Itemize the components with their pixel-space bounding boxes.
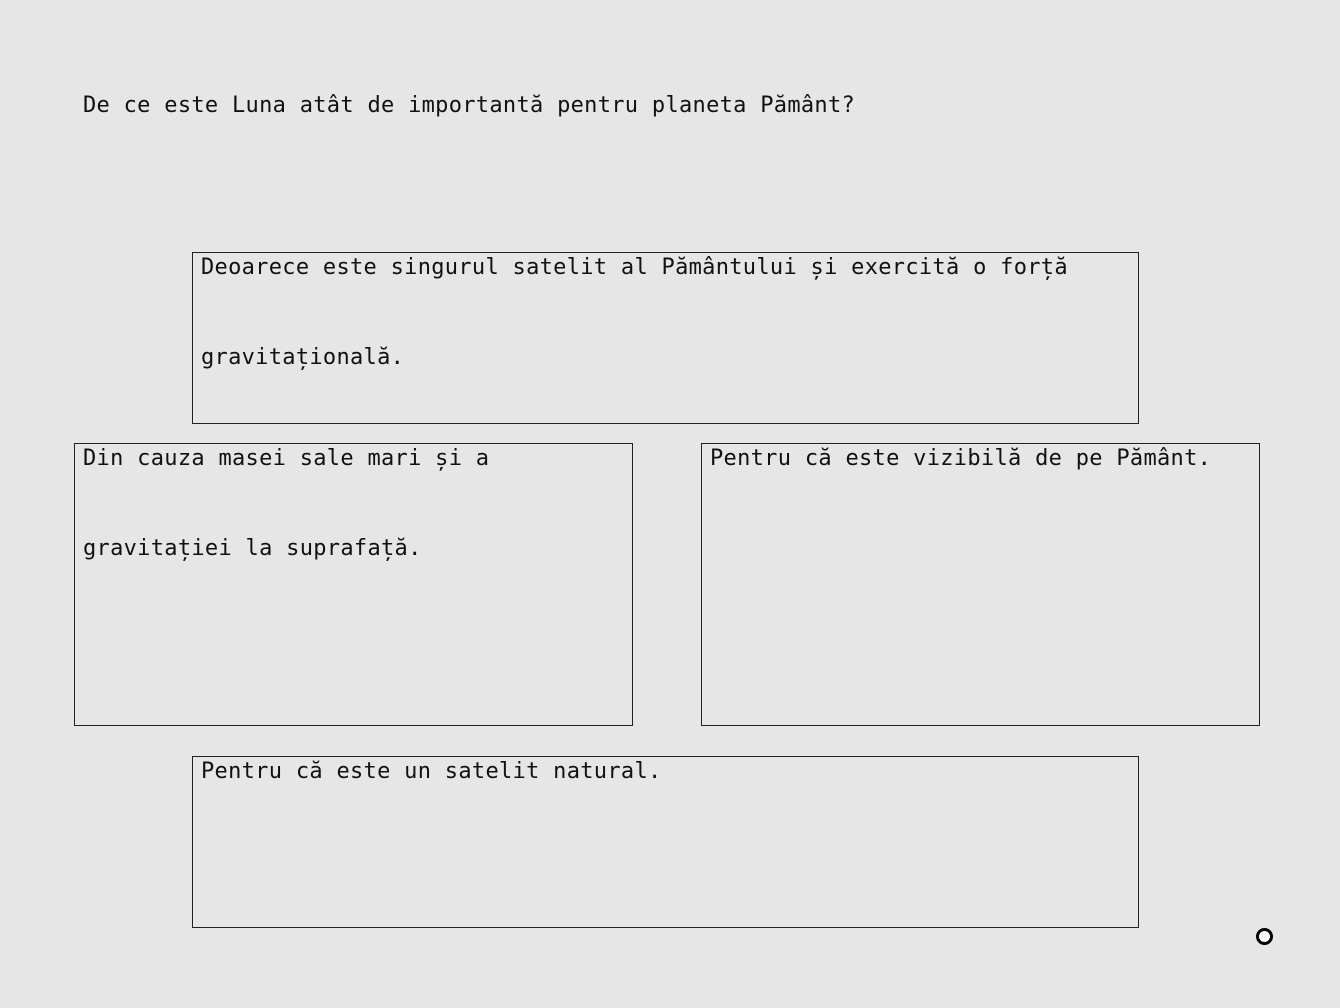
answer-option-2-label: Din cauza masei sale mari și a gravitați… — [83, 446, 490, 561]
ring-cursor-icon — [1256, 928, 1273, 945]
answer-option-4-label: Pentru că este un satelit natural. — [201, 759, 662, 784]
answer-option-2[interactable]: Din cauza masei sale mari și a gravitați… — [74, 443, 633, 726]
question-text: De ce este Luna atât de importantă pentr… — [83, 93, 856, 118]
answer-option-1[interactable]: Deoarece este singurul satelit al Pământ… — [192, 252, 1139, 424]
answer-option-4[interactable]: Pentru că este un satelit natural. — [192, 756, 1139, 928]
answer-option-1-label: Deoarece este singurul satelit al Pământ… — [201, 255, 1068, 370]
answer-option-3[interactable]: Pentru că este vizibilă de pe Pământ. — [701, 443, 1260, 726]
answer-option-3-label: Pentru că este vizibilă de pe Pământ. — [710, 446, 1212, 471]
